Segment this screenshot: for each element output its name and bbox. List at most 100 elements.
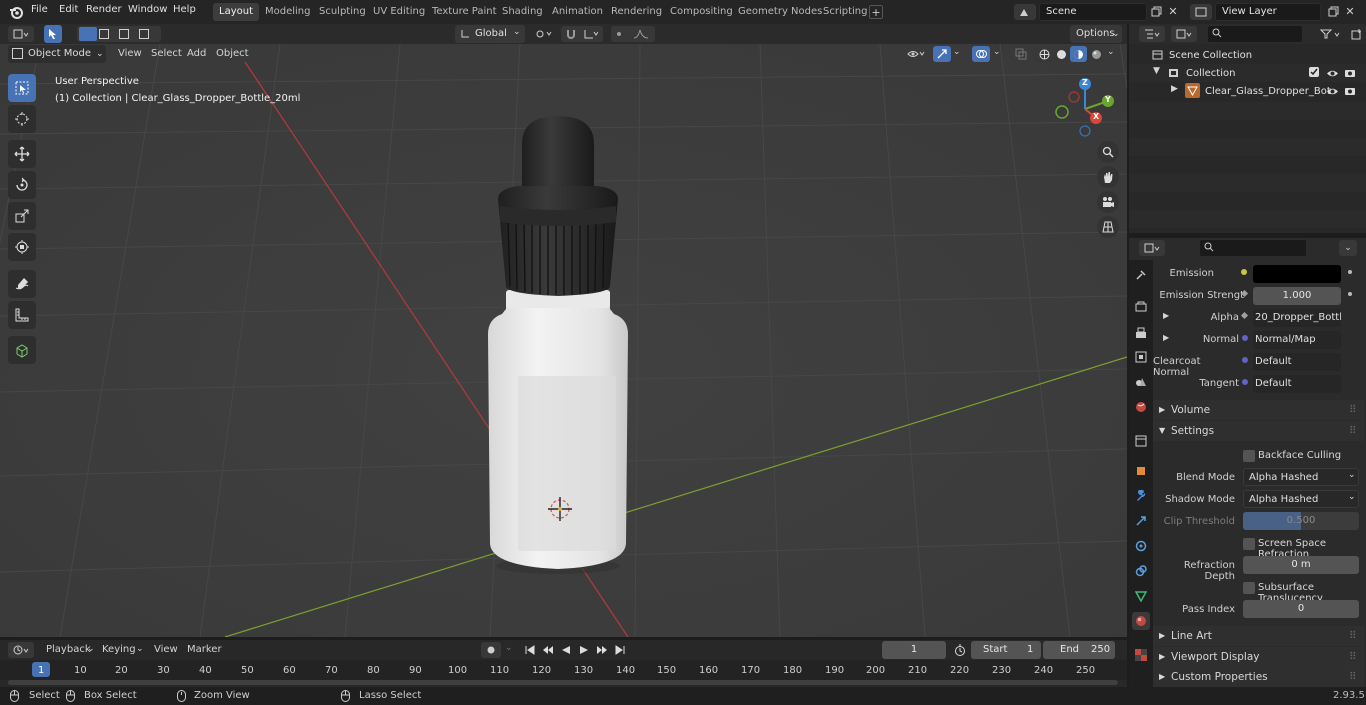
copy-scene-icon[interactable] (1149, 4, 1163, 18)
menu-add[interactable]: Add (187, 48, 206, 59)
timeline-editor-type-icon[interactable] (8, 642, 34, 658)
outliner-row-collection[interactable]: ▼ Collection (1129, 64, 1366, 82)
timeline-scrollbar[interactable] (8, 680, 1118, 685)
constraints-tab-icon[interactable] (1134, 564, 1148, 578)
selection-intersect-icon[interactable] (139, 29, 149, 39)
start-frame-field[interactable]: Start 1 (971, 641, 1041, 659)
tool-tab-icon[interactable] (1134, 268, 1148, 282)
properties-search-input[interactable] (1199, 239, 1307, 257)
normal-link-field[interactable]: Normal/Map (1253, 331, 1341, 349)
render-camera-icon[interactable] (1343, 67, 1357, 79)
marker-menu[interactable]: Marker (187, 644, 222, 655)
scene-icon[interactable] (1014, 4, 1036, 20)
custom-properties-section[interactable]: ▶ Custom Properties ⠿ (1153, 667, 1364, 687)
object-tab-icon[interactable] (1134, 464, 1148, 478)
wireframe-shading-icon[interactable] (1036, 47, 1052, 61)
clearcoat-normal-field[interactable]: Default (1253, 353, 1341, 371)
tool-rotate[interactable] (8, 171, 36, 199)
jump-start-icon[interactable] (522, 642, 538, 658)
emission-color-swatch[interactable] (1253, 265, 1341, 283)
play-icon[interactable] (576, 642, 592, 658)
selection-extend-icon[interactable] (99, 29, 109, 39)
play-reverse-icon[interactable] (558, 642, 574, 658)
volume-section[interactable]: ▶ Volume ⠿ (1153, 400, 1364, 420)
options-button[interactable]: Options ⌄ (1070, 25, 1122, 43)
drag-handle-icon[interactable]: ⠿ (1349, 421, 1357, 441)
prev-keyframe-icon[interactable] (540, 642, 556, 658)
select-tool-icon[interactable] (44, 25, 62, 43)
data-tab-icon[interactable] (1134, 589, 1148, 603)
blend-mode-dropdown[interactable]: Alpha Hashed ⌄ (1243, 468, 1359, 486)
menu-edit[interactable]: Edit (59, 4, 78, 15)
shadow-mode-dropdown[interactable]: Alpha Hashed ⌄ (1243, 490, 1359, 508)
selection-set-icon[interactable] (79, 27, 97, 41)
emission-strength-field[interactable]: 1.000 (1253, 287, 1341, 305)
pivot-point-icon[interactable] (531, 26, 557, 42)
expand-arrow-icon[interactable]: ▼ (1153, 66, 1160, 76)
tool-scale[interactable] (8, 202, 36, 230)
expand-arrow-icon[interactable]: ▶ (1163, 311, 1169, 320)
subsurface-translucency-checkbox[interactable]: Subsurface Translucency (1243, 581, 1363, 604)
add-workspace-icon[interactable]: + (869, 5, 883, 19)
backface-culling-checkbox[interactable]: Backface Culling (1243, 449, 1363, 463)
chevron-down-icon[interactable]: ⌄ (1339, 240, 1357, 256)
world-tab-icon[interactable] (1134, 400, 1148, 414)
proportional-edit-icon[interactable] (614, 29, 624, 39)
chevron-down-icon[interactable]: ⌄ (1107, 47, 1115, 57)
drag-handle-icon[interactable]: ⠿ (1349, 400, 1357, 420)
view-layer-field[interactable]: View Layer (1215, 3, 1321, 21)
properties-editor-type-icon[interactable] (1139, 240, 1165, 256)
copy-view-layer-icon[interactable] (1326, 4, 1340, 18)
menu-file[interactable]: File (31, 4, 48, 15)
editor-type-icon[interactable] (8, 26, 34, 42)
end-frame-field[interactable]: End 250 (1043, 641, 1115, 659)
tab-shading[interactable]: Shading (496, 3, 549, 21)
solid-shading-icon[interactable] (1053, 47, 1069, 61)
tab-geometry-nodes[interactable]: Geometry Nodes (732, 3, 828, 21)
chevron-down-icon[interactable]: ⌄ (953, 47, 961, 57)
object-mode-dropdown[interactable]: Object Mode ⌄ (8, 45, 106, 63)
drag-handle-icon[interactable]: ⠿ (1349, 647, 1357, 667)
timeline-view-menu[interactable]: View (154, 644, 178, 655)
eye-icon[interactable] (1325, 85, 1339, 97)
drag-handle-icon[interactable]: ⠿ (1349, 626, 1357, 646)
line-art-section[interactable]: ▶ Line Art ⠿ (1153, 626, 1364, 646)
menu-render[interactable]: Render (86, 4, 122, 15)
new-collection-icon[interactable] (1349, 27, 1363, 41)
alpha-link-field[interactable]: 20_Dropper_Bottle_l... (1253, 309, 1341, 327)
rendered-shading-icon[interactable] (1088, 47, 1104, 61)
modifier-wrench-icon[interactable] (1134, 489, 1148, 503)
current-frame-field[interactable]: 1 (882, 641, 946, 659)
pass-index-field[interactable]: 0 (1243, 600, 1359, 618)
jump-end-icon[interactable] (612, 642, 628, 658)
close-scene-icon[interactable]: ✕ (1167, 4, 1179, 18)
chevron-down-icon[interactable]: ⌄ (993, 47, 1001, 57)
tangent-field[interactable]: Default (1253, 375, 1341, 393)
scene-tab-icon[interactable] (1134, 375, 1148, 389)
filter-icon[interactable] (1317, 26, 1345, 42)
menu-object[interactable]: Object (216, 48, 249, 59)
tool-cursor[interactable] (8, 105, 36, 133)
tab-uv-editing[interactable]: UV Editing (367, 3, 431, 21)
tool-move[interactable] (8, 140, 36, 168)
clip-threshold-slider[interactable]: 0.500 (1243, 512, 1359, 530)
outliner-row-scene-collection[interactable]: Scene Collection (1129, 46, 1366, 64)
tab-animation[interactable]: Animation (546, 3, 609, 21)
selection-subtract-icon[interactable] (119, 29, 129, 39)
close-view-layer-icon[interactable]: ✕ (1344, 4, 1356, 18)
keyframe-dot-icon[interactable] (1348, 292, 1352, 296)
refraction-depth-field[interactable]: 0 m (1243, 556, 1359, 574)
snap-target-icon[interactable] (581, 27, 601, 41)
tool-add-cube[interactable] (8, 336, 36, 364)
tab-texture-paint[interactable]: Texture Paint (426, 3, 503, 21)
tab-rendering[interactable]: Rendering (605, 3, 668, 21)
menu-window[interactable]: Window (128, 4, 167, 15)
viewport-display-section[interactable]: ▶ Viewport Display ⠿ (1153, 647, 1364, 667)
collection-tab-icon[interactable] (1134, 434, 1148, 448)
tool-measure[interactable] (8, 301, 36, 329)
keyframe-dot-icon[interactable] (1348, 270, 1352, 274)
tab-compositing[interactable]: Compositing (664, 3, 739, 21)
outliner-search-input[interactable] (1207, 25, 1303, 43)
menu-select[interactable]: Select (151, 48, 182, 59)
next-keyframe-icon[interactable] (594, 642, 610, 658)
